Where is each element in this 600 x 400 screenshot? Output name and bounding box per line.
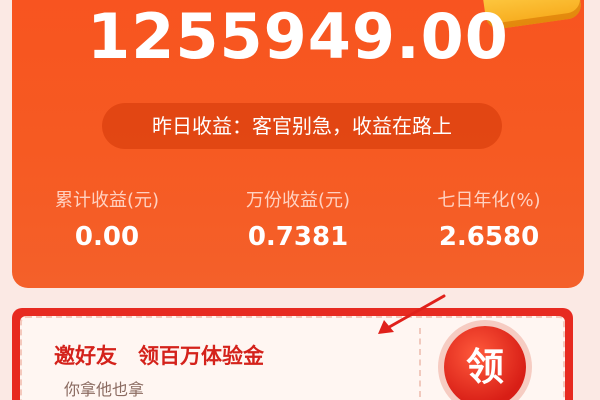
stat-value-cumulative: 0.00 (74, 222, 140, 252)
balance-amount: 1255949.00 (87, 0, 509, 73)
stat-label-cumulative: 累计收益(元) (54, 190, 160, 211)
balance-card: 1255949.00 昨日收益：客官别急，收益在路上 累计收益(元) 0.00 … (12, 0, 584, 288)
yesterday-earnings-pill: 昨日收益：客官别急，收益在路上 (102, 103, 502, 149)
stat-value-per-10k: 0.7381 (247, 222, 349, 252)
arrow-annotation-icon (378, 294, 446, 334)
invite-subtitle: 你拿他也拿 (64, 380, 145, 399)
invite-title: 邀好友 领百万体验金 (54, 344, 264, 368)
stat-label-7day-yield: 七日年化(%) (437, 190, 541, 211)
stat-label-per-10k: 万份收益(元) (245, 190, 351, 211)
stat-value-7day-yield: 2.6580 (438, 222, 540, 252)
